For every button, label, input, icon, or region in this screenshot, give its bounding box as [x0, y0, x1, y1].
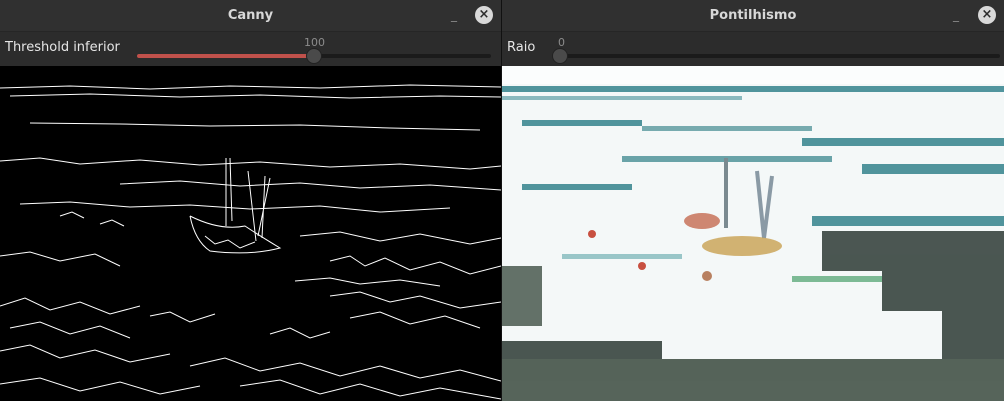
- canny-edge-image: [0, 66, 501, 401]
- pontilhismo-window: Pontilhismo _ × Raio 0: [502, 0, 1004, 401]
- window-title: Canny: [227, 8, 274, 23]
- window-title: Pontilhismo: [709, 8, 797, 23]
- edge-lines: [0, 84, 501, 400]
- canny-window: Canny _ × Threshold inferior 100: [0, 0, 501, 401]
- edge-drawing: [0, 84, 501, 400]
- titlebar[interactable]: Canny _ ×: [0, 0, 501, 32]
- slider-handle[interactable]: [552, 48, 568, 64]
- minimize-icon[interactable]: _: [445, 6, 463, 24]
- trackbar-row: Raio 0: [502, 32, 1004, 66]
- pointillism-drawing: [502, 84, 1004, 401]
- minimize-icon[interactable]: _: [947, 6, 965, 24]
- slider-fill: [137, 54, 314, 58]
- titlebar[interactable]: Pontilhismo _ ×: [502, 0, 1004, 32]
- close-icon[interactable]: ×: [475, 6, 493, 24]
- trackbar-row: Threshold inferior 100: [0, 32, 501, 66]
- slider-handle[interactable]: [306, 48, 322, 64]
- trackbar-label: Threshold inferior: [5, 40, 120, 55]
- trackbar-label: Raio: [507, 40, 536, 55]
- pontilhismo-image: [502, 66, 1004, 401]
- close-icon[interactable]: ×: [978, 6, 996, 24]
- raio-slider[interactable]: [560, 54, 1000, 58]
